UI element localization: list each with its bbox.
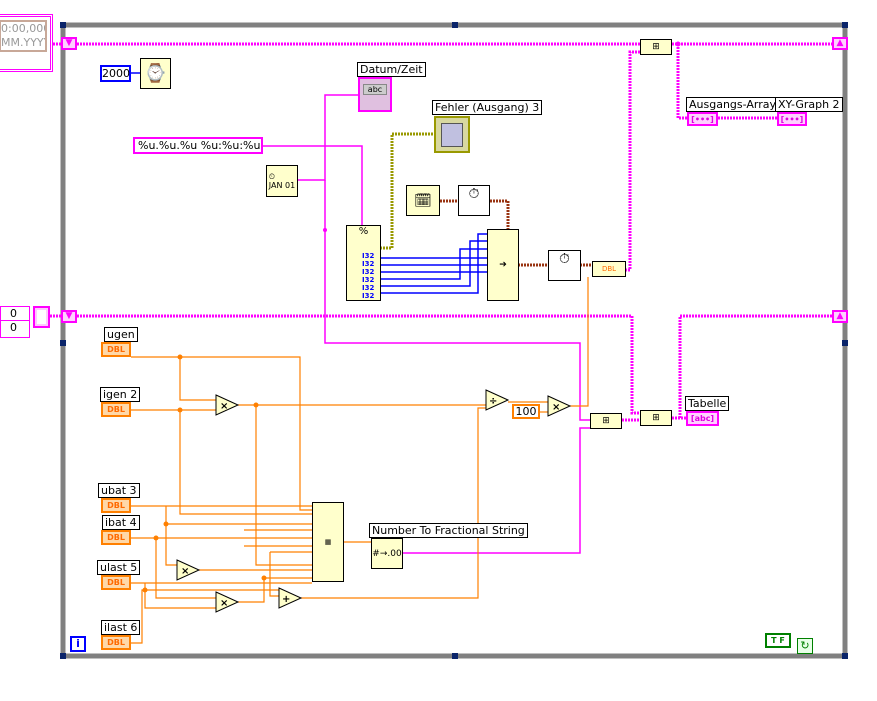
multiply-symbol: × xyxy=(220,401,228,412)
i32-output: I32 xyxy=(362,276,375,284)
multiply-symbol: × xyxy=(220,598,228,609)
ausgangs-array-label: Ausgangs-Array xyxy=(686,97,779,112)
block-diagram: × ÷ × × × + ▼ ▼ ▲ ▲ 0:00,000 MM.YYYY 0 0… xyxy=(0,0,877,701)
ilast-6-control[interactable]: DBL xyxy=(101,635,131,650)
ubat-3-control[interactable]: DBL xyxy=(101,498,131,513)
iteration-terminal: i xyxy=(70,636,86,652)
i32-output: I32 xyxy=(362,284,375,292)
ulast-5-control[interactable]: DBL xyxy=(101,575,131,590)
array-value: 0 xyxy=(10,321,17,334)
wait-ms-constant[interactable]: 2000 xyxy=(100,65,131,82)
array-value: 0 xyxy=(1,307,29,321)
fehler-label: Fehler (Ausgang) 3 xyxy=(432,100,543,115)
bundle-time-node[interactable]: ➔ xyxy=(487,229,519,301)
number-to-fractional-string-node[interactable]: #→.00 xyxy=(371,538,403,569)
get-date-time-icon[interactable]: ⏲ JAN 01 xyxy=(266,165,298,197)
igen-2-label: igen 2 xyxy=(100,387,141,402)
to-dbl-conversion[interactable]: DBL xyxy=(592,261,626,277)
multiply-symbol: × xyxy=(181,566,189,577)
build-array-icon[interactable]: ⊞ xyxy=(640,410,672,426)
build-array-icon[interactable]: ⊞ xyxy=(590,413,622,429)
ulast-5-label: ulast 5 xyxy=(97,560,141,575)
ugen-label: ugen xyxy=(104,327,138,342)
divide-symbol: ÷ xyxy=(489,396,497,407)
format-string-constant[interactable]: %u.%u.%u %u:%u:%u xyxy=(133,137,263,154)
seconds-to-date-icon[interactable]: 🗓 xyxy=(406,185,440,216)
time-format-constant[interactable]: 0:00,000 MM.YYYY xyxy=(0,14,53,72)
tabelle-terminal[interactable]: [abc] xyxy=(686,411,719,426)
shift-register-right-1[interactable]: ▲ xyxy=(832,37,848,50)
wait-timer-icon[interactable]: ⌚ xyxy=(140,58,171,89)
ilast-6-label: ilast 6 xyxy=(101,620,141,635)
xy-graph-terminal[interactable]: [•••] xyxy=(777,112,807,126)
i32-output: I32 xyxy=(362,260,375,268)
error-cluster-indicator[interactable] xyxy=(434,116,470,153)
tabelle-label: Tabelle xyxy=(685,396,730,411)
array-constant[interactable]: 0 0 xyxy=(0,306,30,338)
shift-register-left-1[interactable]: ▼ xyxy=(61,37,77,50)
ausgangs-array-terminal[interactable]: [•••] xyxy=(687,112,718,126)
time-line-1: 0:00,000 xyxy=(1,22,47,35)
build-array-icon[interactable]: ⊞ xyxy=(640,39,672,55)
date-to-seconds-icon[interactable]: ⏱ xyxy=(548,250,581,281)
abc-type: abc xyxy=(363,84,387,95)
i32-output: I32 xyxy=(362,252,375,260)
loop-condition-icon[interactable]: ↻ xyxy=(797,638,813,654)
number-to-fractional-string-label: Number To Fractional String xyxy=(369,523,528,538)
true-constant[interactable]: T F xyxy=(765,633,791,648)
i32-output: I32 xyxy=(362,292,375,300)
ubat-3-label: ubat 3 xyxy=(98,483,140,498)
build-array-node[interactable]: ▦ xyxy=(312,502,344,582)
i32-output: I32 xyxy=(362,268,375,276)
ibat-4-label: ibat 4 xyxy=(102,515,140,530)
igen-2-control[interactable]: DBL xyxy=(101,402,131,417)
datum-zeit-label: Datum/Zeit xyxy=(357,62,426,77)
time-line-2: MM.YYYY xyxy=(1,36,47,49)
unbundle-time-icon[interactable]: ⏱ xyxy=(458,185,490,216)
multiply-symbol: × xyxy=(552,402,560,413)
ibat-4-control[interactable]: DBL xyxy=(101,530,131,545)
shift-register-right-2[interactable]: ▲ xyxy=(832,310,848,323)
empty-array-constant[interactable] xyxy=(33,306,50,328)
datum-zeit-indicator[interactable]: abc xyxy=(358,77,392,112)
shift-register-left-2[interactable]: ▼ xyxy=(61,310,77,323)
ugen-control[interactable]: DBL xyxy=(101,342,131,357)
xy-graph-label: XY-Graph 2 xyxy=(775,97,843,112)
multiplier-constant[interactable]: 100 xyxy=(512,404,540,419)
add-symbol: + xyxy=(282,594,290,605)
